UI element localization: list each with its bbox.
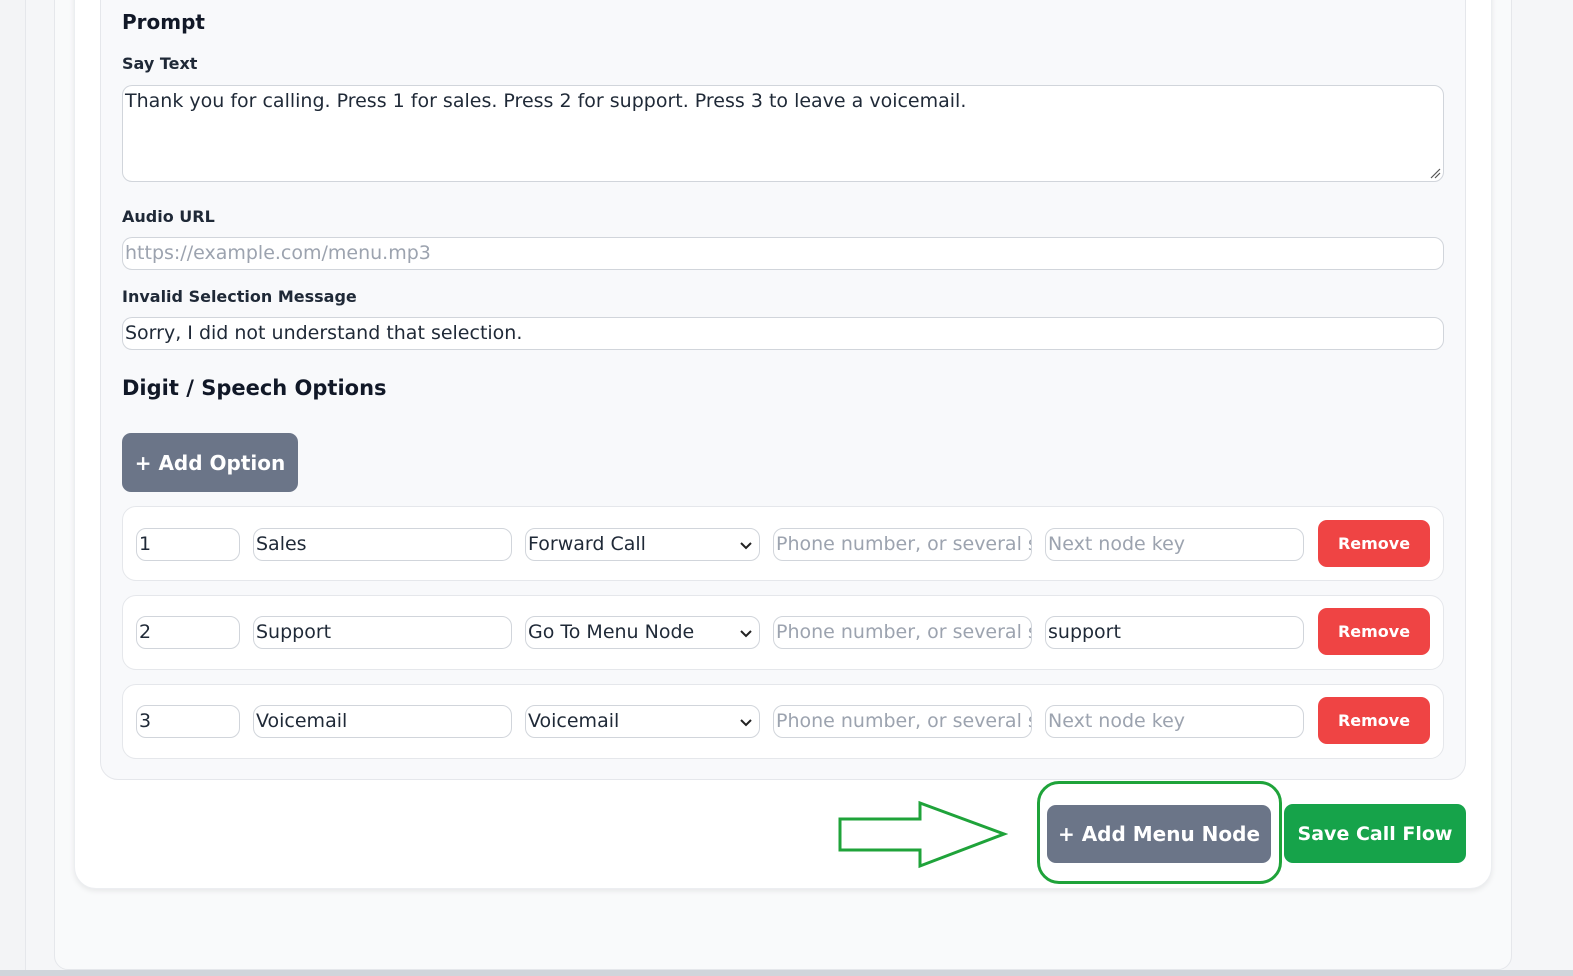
next-node-input[interactable]: Next node key xyxy=(1045,528,1304,561)
chevron-down-icon xyxy=(740,541,752,549)
annotation-highlight-box xyxy=(1037,781,1282,884)
action-select-value: Voicemail xyxy=(528,710,620,732)
phone-number-placeholder: Phone number, or several se xyxy=(776,710,1032,732)
add-option-button[interactable]: + Add Option xyxy=(122,433,298,492)
digit-input[interactable]: 1 xyxy=(136,528,240,561)
save-call-flow-button[interactable]: Save Call Flow xyxy=(1284,804,1466,863)
chevron-down-icon xyxy=(740,718,752,726)
action-select[interactable]: Voicemail xyxy=(525,705,760,738)
audio-url-placeholder: https://example.com/menu.mp3 xyxy=(125,242,431,264)
action-select[interactable]: Go To Menu Node xyxy=(525,616,760,649)
say-text-value: Thank you for calling. Press 1 for sales… xyxy=(125,90,967,112)
action-select-value: Forward Call xyxy=(528,533,646,555)
audio-url-label: Audio URL xyxy=(122,207,215,226)
next-node-input[interactable]: support xyxy=(1045,616,1304,649)
action-select[interactable]: Forward Call xyxy=(525,528,760,561)
next-node-placeholder: Next node key xyxy=(1048,710,1186,732)
phone-number-input[interactable]: Phone number, or several se xyxy=(773,705,1032,738)
invalid-selection-label: Invalid Selection Message xyxy=(122,287,357,306)
action-select-value: Go To Menu Node xyxy=(528,621,695,643)
options-heading: Digit / Speech Options xyxy=(122,376,387,400)
audio-url-input[interactable]: https://example.com/menu.mp3 xyxy=(122,237,1444,270)
resize-grip-icon[interactable] xyxy=(1429,167,1441,179)
chevron-down-icon xyxy=(740,629,752,637)
say-text-textarea[interactable]: Thank you for calling. Press 1 for sales… xyxy=(122,85,1444,182)
phone-number-input[interactable]: Phone number, or several se xyxy=(773,528,1032,561)
option-label-input[interactable]: Sales xyxy=(253,528,512,561)
digit-input[interactable]: 2 xyxy=(136,616,240,649)
remove-button[interactable]: Remove xyxy=(1318,608,1430,655)
next-node-input[interactable]: Next node key xyxy=(1045,705,1304,738)
option-label-input[interactable]: Voicemail xyxy=(253,705,512,738)
phone-number-placeholder: Phone number, or several se xyxy=(776,533,1032,555)
option-label-input[interactable]: Support xyxy=(253,616,512,649)
bottom-border xyxy=(0,970,1573,976)
remove-button[interactable]: Remove xyxy=(1318,520,1430,567)
digit-input[interactable]: 3 xyxy=(136,705,240,738)
invalid-selection-value: Sorry, I did not understand that selecti… xyxy=(125,322,523,344)
annotation-arrow-icon xyxy=(838,800,1008,869)
next-node-placeholder: Next node key xyxy=(1048,533,1186,555)
say-text-label: Say Text xyxy=(122,54,198,73)
phone-number-placeholder: Phone number, or several se xyxy=(776,621,1032,643)
remove-button[interactable]: Remove xyxy=(1318,697,1430,744)
prompt-heading: Prompt xyxy=(122,10,205,34)
left-edge-strip xyxy=(0,0,26,976)
invalid-selection-input[interactable]: Sorry, I did not understand that selecti… xyxy=(122,317,1444,350)
phone-number-input[interactable]: Phone number, or several se xyxy=(773,616,1032,649)
